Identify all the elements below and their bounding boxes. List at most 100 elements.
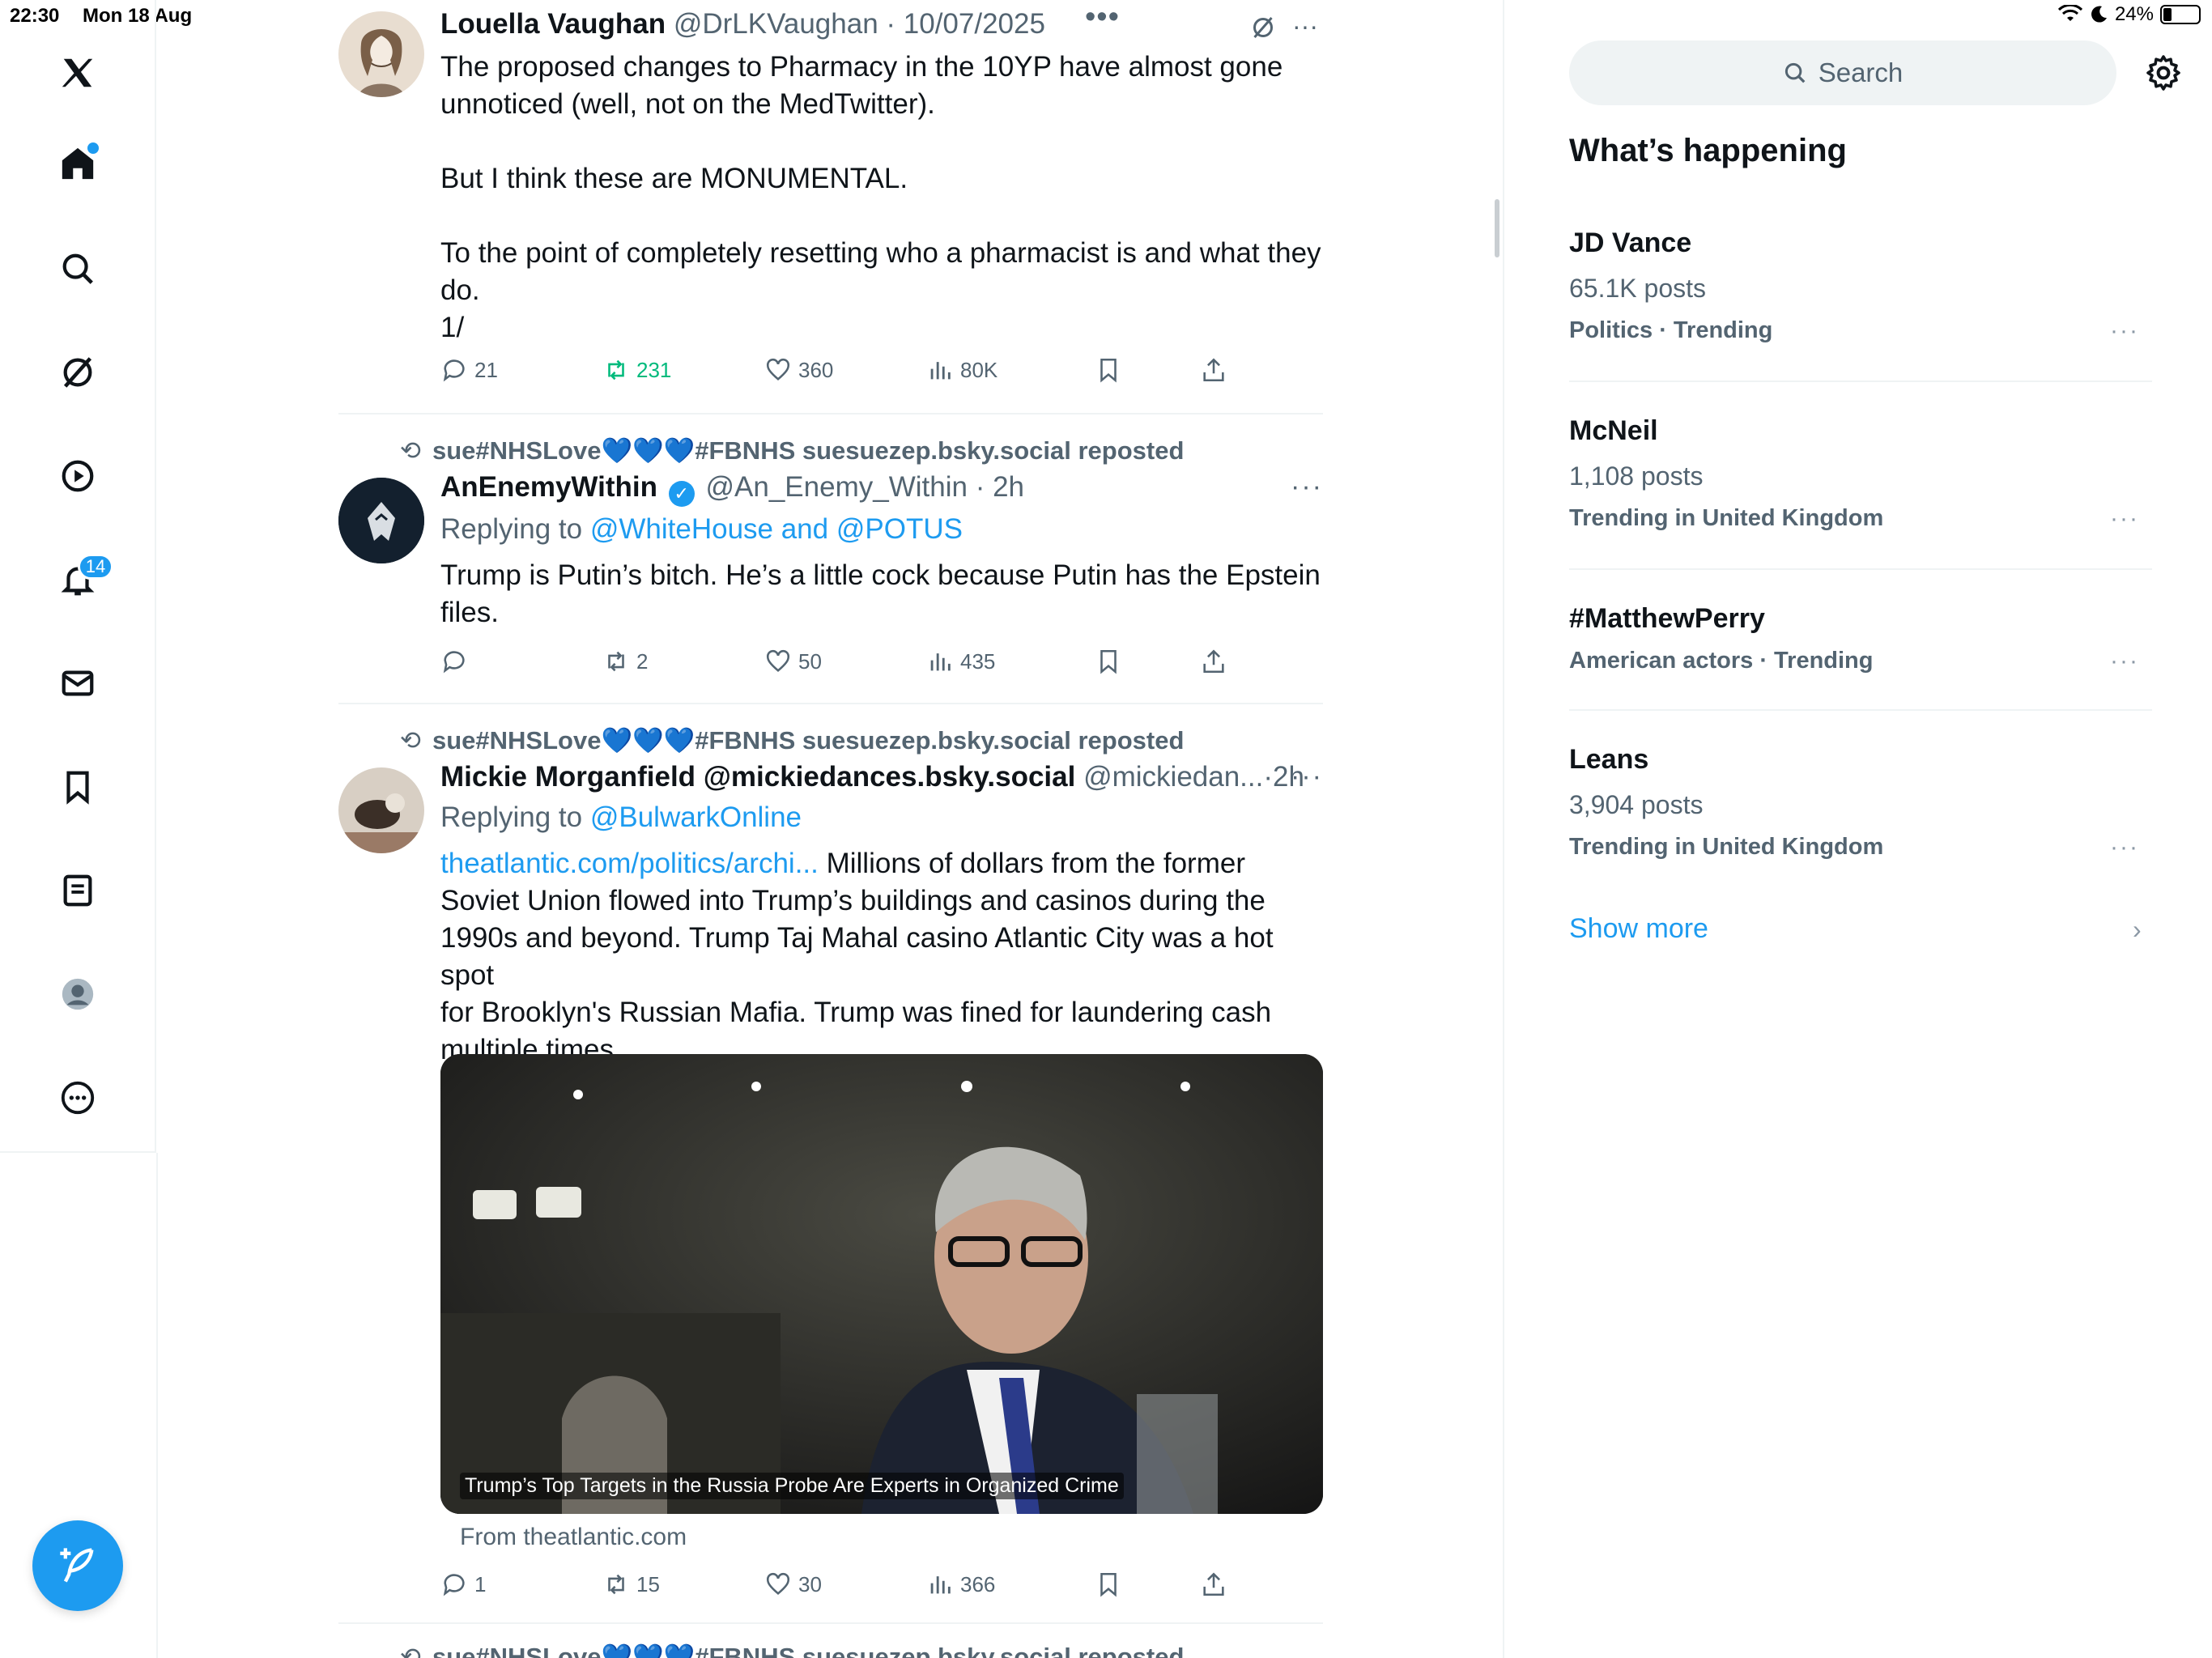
tweet-line: To the point of completely resetting who… — [440, 237, 1321, 269]
search-icon[interactable] — [53, 244, 102, 293]
trend-more-icon[interactable]: ··· — [2110, 834, 2139, 861]
home-icon[interactable] — [53, 139, 102, 188]
link-card[interactable]: Trump’s Top Targets in the Russia Probe … — [440, 1054, 1323, 1514]
trend-category: Trending in United Kingdom — [1569, 505, 1884, 531]
repost-button[interactable]: 15 — [602, 1571, 660, 1598]
trend-item[interactable]: JD Vance 65.1K posts Politics · Trending… — [1569, 225, 2152, 346]
share-button[interactable] — [1200, 648, 1227, 675]
tweet[interactable]: ⟲ sue#NHSLove💙💙💙#FBNHS suesuezep.bsky.soc… — [338, 1642, 1323, 1658]
compose-button[interactable] — [32, 1520, 123, 1611]
author-handle[interactable]: @mickiedan... — [1083, 761, 1263, 793]
view-count: 366 — [960, 1571, 996, 1596]
repost-button[interactable]: 231 — [602, 356, 671, 384]
repost-button[interactable]: 2 — [602, 648, 648, 675]
video-icon[interactable] — [53, 452, 102, 500]
avatar[interactable] — [338, 767, 424, 853]
author-handle[interactable]: @An_Enemy_Within — [706, 471, 968, 503]
card-photo — [440, 1054, 1323, 1514]
more-icon[interactable] — [53, 1073, 102, 1122]
trend-post-count: 3,904 posts — [1569, 790, 1704, 819]
article-link[interactable]: theatlantic.com/politics/archi... — [440, 848, 819, 879]
tweet-line: for Brooklyn's Russian Mafia. Trump was … — [440, 997, 1272, 1028]
replying-to-link[interactable]: @WhiteHouse and @POTUS — [590, 513, 963, 545]
more-options-icon[interactable]: ··· — [1291, 471, 1323, 503]
views-icon — [930, 1576, 951, 1594]
author-name[interactable]: Mickie Morganfield @mickiedances.bsky.so… — [440, 761, 1075, 793]
replying-to-label: Replying to — [440, 801, 590, 833]
more-options-icon[interactable]: ··· — [1292, 11, 1318, 41]
trend-more-icon[interactable]: ··· — [2110, 505, 2139, 533]
like-button[interactable]: 30 — [764, 1571, 822, 1598]
tweet[interactable]: ⟲ sue#NHSLove💙💙💙#FBNHS suesuezep.bsky.soc… — [338, 724, 1323, 1622]
avatar[interactable] — [338, 478, 424, 563]
scrollbar[interactable] — [1495, 199, 1499, 257]
reply-button[interactable]: 21 — [440, 356, 498, 384]
reposted-by[interactable]: ⟲ sue#NHSLove💙💙💙#FBNHS suesuezep.bsky.soc… — [400, 436, 1184, 466]
more-options-icon[interactable]: ··· — [1291, 761, 1323, 793]
settings-gear-icon[interactable] — [2144, 53, 2183, 92]
reposted-by[interactable]: ⟲ sue#NHSLove💙💙💙#FBNHS suesuezep.bsky.soc… — [400, 1642, 1184, 1658]
like-count: 30 — [798, 1571, 822, 1596]
separator-dot: · — [1263, 761, 1274, 793]
share-icon — [1203, 649, 1224, 674]
like-button[interactable]: 50 — [764, 648, 822, 675]
avatar[interactable] — [338, 11, 424, 97]
reply-button[interactable] — [440, 648, 474, 675]
trend-category: American actors · Trending — [1569, 648, 1874, 674]
bookmark-button[interactable] — [1095, 356, 1122, 384]
bookmark-button[interactable] — [1095, 648, 1122, 675]
reply-button[interactable]: 1 — [440, 1571, 486, 1598]
tweet-text: The proposed changes to Pharmacy in the … — [440, 49, 1323, 346]
views-button[interactable]: 435 — [926, 648, 995, 675]
messages-icon[interactable] — [53, 659, 102, 708]
trend-more-icon[interactable]: ··· — [2110, 317, 2139, 345]
views-button[interactable]: 366 — [926, 1571, 995, 1598]
tweet[interactable]: Louella Vaughan @DrLKVaughan · 10/07/202… — [338, 0, 1323, 400]
separator-dot: · — [886, 8, 896, 40]
bookmark-icon — [1100, 649, 1117, 674]
profile-icon[interactable] — [53, 970, 102, 1018]
repost-icon — [608, 359, 624, 380]
replying-to-link[interactable]: @BulwarkOnline — [590, 801, 802, 833]
like-button[interactable]: 360 — [764, 356, 833, 384]
repost-small-icon: ⟲ — [400, 1643, 421, 1658]
search-placeholder: Search — [1818, 57, 1904, 87]
trend-more-icon[interactable]: ··· — [2110, 648, 2139, 675]
trend-divider — [1569, 709, 2152, 711]
like-count: 50 — [798, 648, 822, 674]
author-name[interactable]: Louella Vaughan — [440, 8, 666, 40]
show-more-link[interactable]: Show more — [1569, 913, 1708, 945]
grok-icon[interactable] — [53, 348, 102, 397]
bookmark-button[interactable] — [1095, 1571, 1122, 1598]
author-name[interactable]: AnEnemyWithin — [440, 471, 657, 503]
repost-icon — [608, 1574, 624, 1595]
tweet-time[interactable]: 2h — [993, 471, 1024, 503]
trend-item[interactable]: McNeil 1,108 posts Trending in United Ki… — [1569, 413, 2152, 534]
tweet-divider — [338, 1622, 1323, 1624]
lists-icon[interactable] — [53, 866, 102, 915]
author-handle[interactable]: @DrLKVaughan — [674, 8, 878, 40]
tweet-divider — [338, 703, 1323, 704]
reposted-by[interactable]: ⟲ sue#NHSLove💙💙💙#FBNHS suesuezep.bsky.soc… — [400, 725, 1184, 755]
tweet-actions: 1 15 30 366 — [440, 1571, 1250, 1603]
x-logo-icon[interactable] — [53, 49, 102, 97]
tweet-line: unnoticed (well, not on the MedTwitter). — [440, 88, 935, 120]
reposted-by-label: sue#NHSLove💙💙💙#FBNHS suesuezep.bsky.soci… — [432, 1643, 1185, 1658]
tweet-divider — [338, 413, 1323, 414]
left-navigation: 14 — [0, 0, 156, 1153]
views-button[interactable]: 80K — [926, 356, 998, 384]
search-input[interactable]: Search — [1569, 40, 2116, 105]
trend-item[interactable]: #MatthewPerry American actors · Trending… — [1569, 601, 2152, 677]
trend-post-count: 1,108 posts — [1569, 461, 1704, 491]
reply-icon — [443, 1574, 465, 1596]
share-button[interactable] — [1200, 1571, 1227, 1598]
grok-explain-icon[interactable] — [1249, 13, 1278, 42]
bookmarks-icon[interactable] — [53, 763, 102, 811]
tweet-line: Soviet Union flowed into Trump’s buildin… — [440, 885, 1266, 916]
share-button[interactable] — [1200, 356, 1227, 384]
tweet-options-icon[interactable]: ••• — [1085, 0, 1120, 35]
tweet[interactable]: ⟲ sue#NHSLove💙💙💙#FBNHS suesuezep.bsky.soc… — [338, 434, 1323, 693]
trend-item[interactable]: Leans 3,904 posts Trending in United Kin… — [1569, 742, 2152, 863]
tweet-time[interactable]: 10/07/2025 — [904, 8, 1045, 40]
card-source[interactable]: From theatlantic.com — [460, 1524, 687, 1551]
